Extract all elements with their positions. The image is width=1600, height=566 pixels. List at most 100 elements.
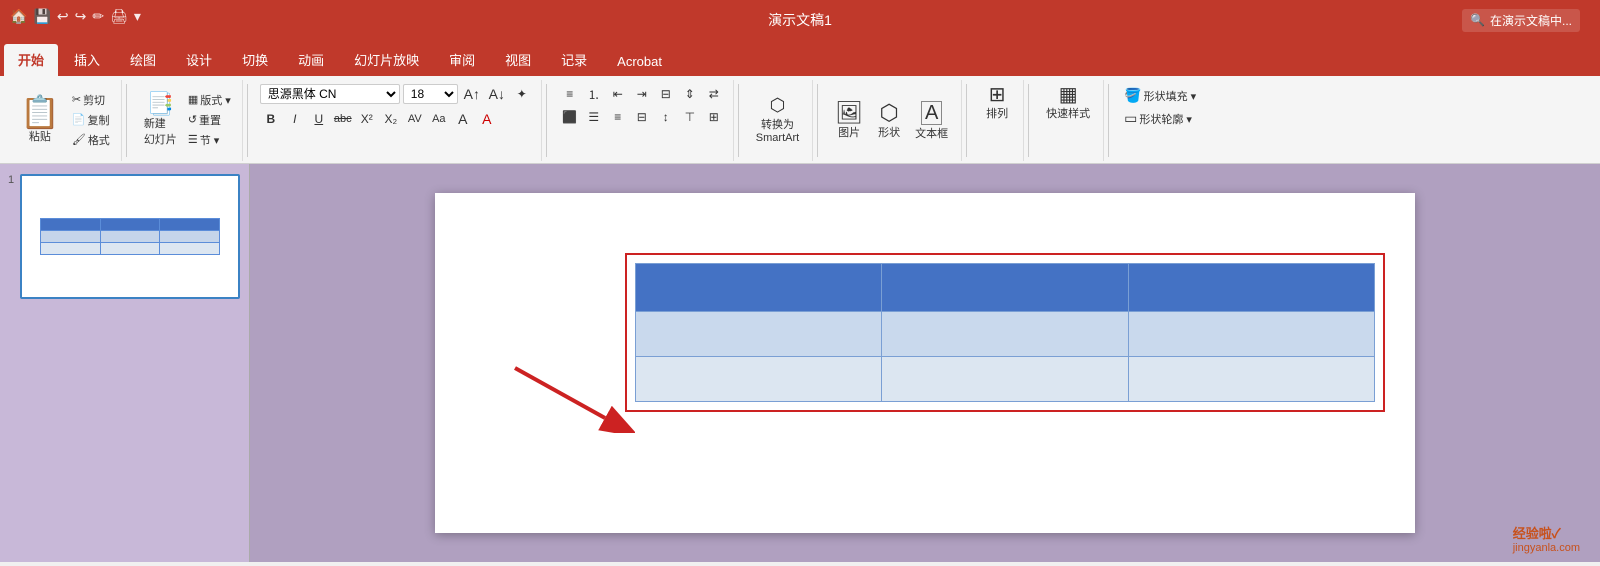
table-cell-1-1[interactable] xyxy=(636,264,882,312)
redo-icon[interactable]: ↪ xyxy=(75,8,87,25)
table-row-3 xyxy=(636,357,1375,402)
quick-access-toolbar[interactable]: 🏠 💾 ↩ ↪ ✏ 🖨 ▾ xyxy=(10,8,141,25)
clear-format-button[interactable]: ✦ xyxy=(511,84,533,104)
font-color-button[interactable]: A xyxy=(476,109,498,129)
document-title: 演示文稿1 xyxy=(768,10,832,30)
table-cell-3-3[interactable] xyxy=(1128,357,1374,402)
tab-slideshow[interactable]: 幻灯片放映 xyxy=(340,44,433,76)
increase-font-button[interactable]: A↑ xyxy=(461,84,483,104)
edit-icon[interactable]: ✏ xyxy=(92,8,104,25)
tab-insert[interactable]: 插入 xyxy=(60,44,114,76)
separator-6 xyxy=(966,84,967,157)
print-icon[interactable]: 🖨 xyxy=(110,8,128,25)
tab-draw[interactable]: 绘图 xyxy=(116,44,170,76)
section-icon: ☰ xyxy=(188,133,198,146)
undo-icon[interactable]: ↩ xyxy=(57,8,69,25)
new-slide-button[interactable]: 📑 新建幻灯片 xyxy=(139,90,182,150)
shape-fill-icon: 🪣 xyxy=(1124,87,1141,104)
align-right-button[interactable]: ≡ xyxy=(607,107,629,127)
dropdown-icon[interactable]: ▾ xyxy=(134,8,141,25)
char-spacing-button[interactable]: AV xyxy=(404,109,426,129)
table-cell-1-3[interactable] xyxy=(1128,264,1374,312)
tab-design[interactable]: 设计 xyxy=(172,44,226,76)
table-cell-2-2[interactable] xyxy=(882,312,1128,357)
line-spacing-button[interactable]: ↕ xyxy=(655,107,677,127)
arrow-svg xyxy=(495,353,635,433)
increase-indent-button[interactable]: ⇥ xyxy=(631,84,653,104)
arrange-button[interactable]: ⊞ 排列 xyxy=(979,82,1015,124)
superscript-button[interactable]: X² xyxy=(356,109,378,129)
search-icon: 🔍 xyxy=(1470,13,1485,27)
table-cell-2-3[interactable] xyxy=(1128,312,1374,357)
insert-textbox-button[interactable]: A 文本框 xyxy=(910,98,953,144)
align-center-button[interactable]: ☰ xyxy=(583,107,605,127)
add-column-button[interactable]: ⊞ xyxy=(703,107,725,127)
tab-animations[interactable]: 动画 xyxy=(284,44,338,76)
format-painter-button[interactable]: 🖌 格式 xyxy=(69,131,113,149)
italic-button[interactable]: I xyxy=(284,109,306,129)
decrease-font-button[interactable]: A↓ xyxy=(486,84,508,104)
textbox-icon: A xyxy=(921,101,942,125)
paste-label: 粘贴 xyxy=(29,128,51,144)
ribbon-tabs: 开始 插入 绘图 设计 切换 动画 幻灯片放映 审阅 视图 记录 Acrobat xyxy=(0,40,1600,76)
vertical-align-button[interactable]: ⊤ xyxy=(679,107,701,127)
tab-transitions[interactable]: 切换 xyxy=(228,44,282,76)
align-row: ⬛ ☰ ≡ ⊟ ↕ ⊤ ⊞ xyxy=(559,107,725,127)
text-direction-button[interactable]: ⇕ xyxy=(679,84,701,104)
reset-button[interactable]: ↺ 重置 xyxy=(185,111,234,129)
paste-button[interactable]: 📋 粘贴 xyxy=(14,92,66,148)
bold-button[interactable]: B xyxy=(260,109,282,129)
strikethrough-button[interactable]: abc xyxy=(332,109,354,129)
text-direction2-button[interactable]: ⇄ xyxy=(703,84,725,104)
table-cell-2-1[interactable] xyxy=(636,312,882,357)
decrease-indent-button[interactable]: ⇤ xyxy=(607,84,629,104)
slide-thumbnail[interactable] xyxy=(20,174,240,299)
justify-button[interactable]: ⊟ xyxy=(631,107,653,127)
shape-fill-label: 形状填充 ▾ xyxy=(1144,88,1197,104)
arrange-icon: ⊞ xyxy=(989,85,1006,105)
main-area: 1 xyxy=(0,164,1600,562)
home-icon[interactable]: 🏠 xyxy=(10,8,27,25)
tab-home[interactable]: 开始 xyxy=(4,44,58,76)
shape-outline-icon: ▭ xyxy=(1124,110,1137,127)
reset-label: 重置 xyxy=(199,112,221,128)
align-left-button[interactable]: ⬛ xyxy=(559,107,581,127)
quick-styles-button[interactable]: ▦ 快速样式 xyxy=(1041,82,1095,124)
slide-canvas[interactable] xyxy=(435,193,1415,533)
font-name-select[interactable]: 思源黑体 CN xyxy=(260,84,400,104)
cut-label: 剪切 xyxy=(83,92,105,108)
numbering-button[interactable]: ⒈ xyxy=(583,84,605,104)
shape-fill-button[interactable]: 🪣 形状填充 ▾ xyxy=(1121,86,1199,105)
bullets-button[interactable]: ≡ xyxy=(559,84,581,104)
insert-image-button[interactable]: 🖼 图片 xyxy=(830,99,868,143)
copy-button[interactable]: 📄 复制 xyxy=(69,111,113,129)
shape-outline-label: 形状轮廓 ▾ xyxy=(1139,111,1192,127)
cut-button[interactable]: ✂ 剪切 xyxy=(69,91,113,109)
search-box[interactable]: 🔍 在演示文稿中... xyxy=(1462,9,1580,32)
insert-shape-button[interactable]: ⬡ 形状 xyxy=(871,99,907,143)
tab-view[interactable]: 视图 xyxy=(491,44,545,76)
convert-smartart-button[interactable]: ⬡ 转换为SmartArt xyxy=(751,92,804,147)
layout-button[interactable]: ▦ 版式 ▾ xyxy=(185,91,234,109)
table-row-1 xyxy=(636,264,1375,312)
table-cell-3-1[interactable] xyxy=(636,357,882,402)
tab-acrobat[interactable]: Acrobat xyxy=(603,48,676,76)
ribbon-content: 📋 粘贴 ✂ 剪切 📄 复制 🖌 格式 xyxy=(0,76,1600,164)
table-cell-1-2[interactable] xyxy=(882,264,1128,312)
highlight-color-button[interactable]: A xyxy=(452,109,474,129)
shape-outline-button[interactable]: ▭ 形状轮廓 ▾ xyxy=(1121,109,1195,128)
table-cell-3-2[interactable] xyxy=(882,357,1128,402)
table-container[interactable] xyxy=(625,253,1385,412)
separator-4 xyxy=(738,84,739,157)
columns-button[interactable]: ⊟ xyxy=(655,84,677,104)
section-button[interactable]: ☰ 节 ▾ xyxy=(185,131,234,149)
font-size-select[interactable]: 18 xyxy=(403,84,458,104)
smartart-icon: ⬡ xyxy=(770,95,786,116)
subscript-button[interactable]: X₂ xyxy=(380,109,402,129)
tab-record[interactable]: 记录 xyxy=(547,44,601,76)
image-icon: 🖼 xyxy=(835,102,863,124)
save-icon[interactable]: 💾 xyxy=(33,8,50,25)
underline-button[interactable]: U xyxy=(308,109,330,129)
tab-review[interactable]: 审阅 xyxy=(435,44,489,76)
font-case-button[interactable]: Aa xyxy=(428,109,450,129)
